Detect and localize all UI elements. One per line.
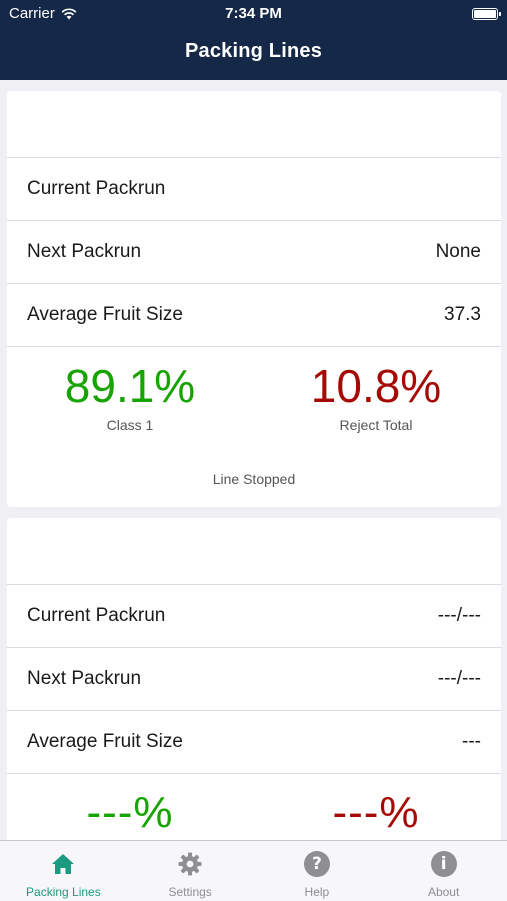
- next-packrun-row: Next Packrun None: [7, 221, 501, 284]
- average-fruit-size-value: ---: [462, 731, 481, 752]
- status-bar: Carrier 7:34 PM: [0, 0, 507, 28]
- tab-packing-lines[interactable]: Packing Lines: [0, 841, 127, 901]
- average-fruit-size-row: Average Fruit Size 37.3: [7, 284, 501, 347]
- reject-stat: 10.8% Reject Total: [253, 359, 499, 433]
- next-packrun-row: Next Packrun ---/---: [7, 648, 501, 711]
- class1-percentage: ---%: [86, 788, 174, 837]
- info-icon: i: [430, 851, 457, 877]
- tab-label: Help: [304, 885, 330, 899]
- packing-line-card[interactable]: Current Packrun Next Packrun None Averag…: [7, 91, 501, 507]
- next-packrun-label: Next Packrun: [27, 241, 142, 262]
- tab-label: Settings: [168, 885, 212, 899]
- current-packrun-label: Current Packrun: [27, 605, 166, 626]
- current-packrun-value: ---/---: [437, 605, 481, 626]
- line-status: Line Stopped: [212, 471, 296, 487]
- tab-about[interactable]: i About: [380, 841, 507, 901]
- class1-percentage: 89.1%: [64, 360, 196, 412]
- gear-icon: [178, 852, 202, 876]
- reject-stat: ---%: [253, 786, 499, 840]
- card-header: [7, 91, 501, 158]
- average-fruit-size-label: Average Fruit Size: [27, 304, 183, 325]
- reject-label: Reject Total: [339, 417, 413, 433]
- navigation-bar: Carrier 7:34 PM Packing Lines: [0, 0, 507, 80]
- current-packrun-label: Current Packrun: [27, 178, 166, 199]
- average-fruit-size-label: Average Fruit Size: [27, 731, 183, 752]
- reject-percentage: ---%: [332, 788, 420, 837]
- tab-help[interactable]: ? Help: [254, 841, 381, 901]
- class1-label: Class 1: [106, 417, 154, 433]
- average-fruit-size-row: Average Fruit Size ---: [7, 711, 501, 774]
- next-packrun-value: ---/---: [437, 668, 481, 689]
- tab-label: Packing Lines: [26, 885, 101, 899]
- reject-percentage: 10.8%: [310, 360, 442, 412]
- class1-stat: ---%: [7, 786, 253, 840]
- next-packrun-label: Next Packrun: [27, 668, 142, 689]
- question-icon: ?: [303, 851, 330, 877]
- card-header: [7, 518, 501, 585]
- home-icon: [52, 854, 75, 874]
- average-fruit-size-value: 37.3: [444, 304, 481, 325]
- page-title: Packing Lines: [184, 40, 323, 62]
- next-packrun-value: None: [435, 241, 481, 262]
- current-packrun-row: Current Packrun: [7, 158, 501, 221]
- status-time: 7:34 PM: [225, 5, 282, 22]
- battery-icon: [472, 8, 501, 20]
- tab-bar: Packing Lines Settings ? Help i About: [0, 840, 507, 901]
- class1-stat: 89.1% Class 1: [7, 359, 253, 433]
- current-packrun-row: Current Packrun ---/---: [7, 585, 501, 648]
- line-stats: 89.1% Class 1 10.8% Reject Total Line St…: [7, 347, 501, 507]
- packing-line-card[interactable]: Current Packrun ---/--- Next Packrun ---…: [7, 518, 501, 858]
- tab-label: About: [427, 885, 460, 899]
- tab-settings[interactable]: Settings: [127, 841, 254, 901]
